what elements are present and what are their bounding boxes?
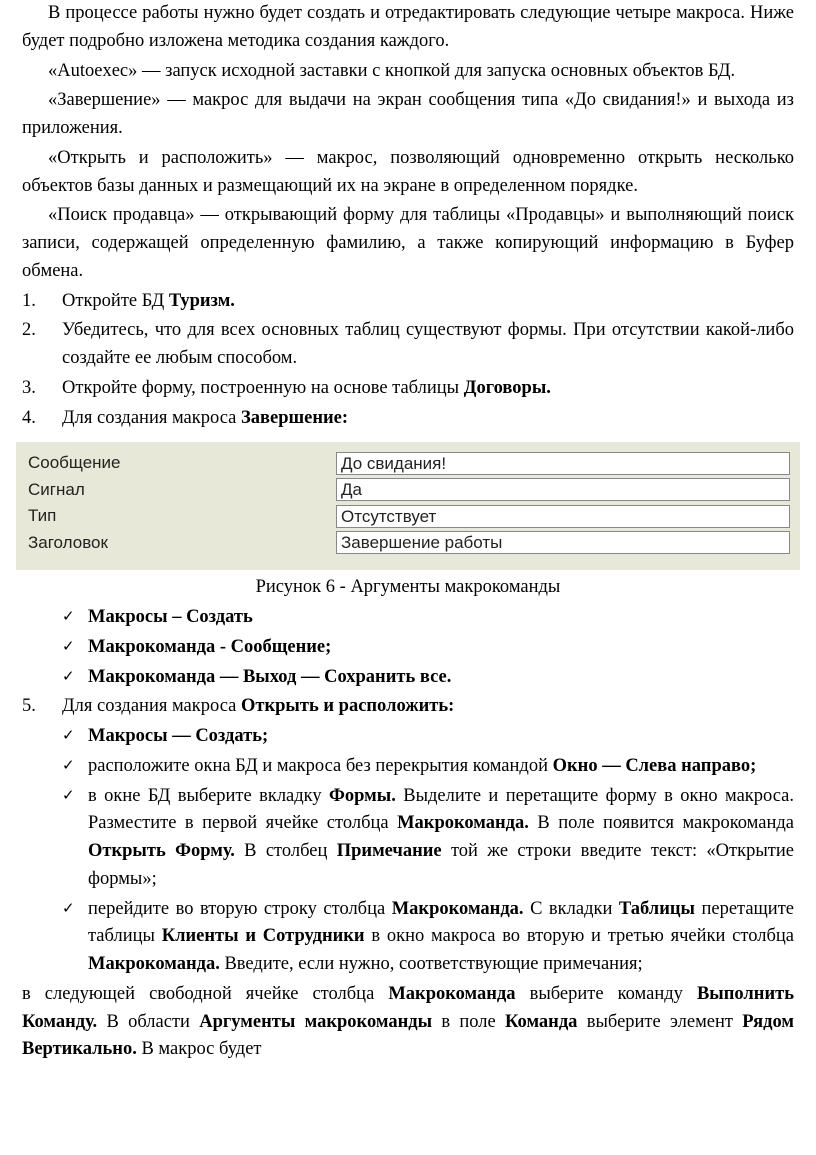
field-label: Сообщение (26, 450, 336, 476)
check-icon: ✓ (62, 604, 88, 632)
check-icon: ✓ (62, 753, 88, 781)
text: в окне БД выберите вкладку (88, 786, 329, 806)
text: Для создания макроса (62, 408, 241, 428)
numbered-list: 1. Откройте БД Туризм. 2. Убедитесь, что… (22, 288, 794, 433)
text: Для создания макроса (62, 696, 241, 716)
list-item: 1. Откройте БД Туризм. (22, 288, 794, 316)
bold-text: Договоры. (464, 378, 551, 398)
table-row: Сигнал Да (26, 477, 790, 503)
list-body: Откройте БД Туризм. (62, 288, 794, 316)
list-body: Макросы — Создать; (88, 723, 794, 751)
check-icon: ✓ (62, 783, 88, 894)
checklist-a: ✓ Макросы – Создать ✓ Макрокоманда - Соо… (22, 604, 794, 691)
text: перейдите во вторую строку столбца (88, 899, 392, 919)
bold-text: Завершение: (241, 408, 348, 428)
bold-text: Таблицы (619, 899, 695, 919)
bold-text: Макрокоманда. (88, 954, 220, 974)
list-number: 2. (22, 317, 62, 373)
bold-text: Примечание (337, 841, 442, 861)
text: Введите, если нужно, соответствующие при… (220, 954, 643, 974)
list-item: 5. Для создания макроса Открыть и распол… (22, 693, 794, 721)
text: Откройте форму, построенную на основе та… (62, 378, 464, 398)
bold-text: Макрокоманда - Сообщение; (88, 637, 331, 657)
list-item: ✓ Макрокоманда - Сообщение; (62, 634, 794, 662)
text: выберите элемент (577, 1012, 742, 1032)
list-body: Убедитесь, что для всех основных таблиц … (62, 317, 794, 373)
check-icon: ✓ (62, 723, 88, 751)
list-body: перейдите во вторую строку столбца Макро… (88, 896, 794, 979)
list-body: Макрокоманда - Сообщение; (88, 634, 794, 662)
paragraph-intro: В процессе работы нужно будет создать и … (22, 0, 794, 56)
list-item: 4. Для создания макроса Завершение: (22, 405, 794, 433)
bold-text: Команда (505, 1012, 577, 1032)
list-item: ✓ Макросы — Создать; (62, 723, 794, 751)
bold-text: Макрокоманда (388, 984, 515, 1004)
bold-text: Макрокоманда. (392, 899, 524, 919)
field-label: Заголовок (26, 530, 336, 556)
text: в следующей свободной ячейке столбца (22, 984, 388, 1004)
text: в поле (432, 1012, 505, 1032)
bold-text: Макросы — Создать; (88, 726, 268, 746)
bold-text: Макрокоманда. (397, 813, 529, 833)
bold-text: Клиенты и Сотрудники (162, 926, 365, 946)
list-body: Для создания макроса Открыть и расположи… (62, 693, 794, 721)
figure-caption: Рисунок 6 - Аргументы макрокоманды (22, 574, 794, 602)
paragraph-search-seller: «Поиск продавца» — открывающий форму для… (22, 202, 794, 285)
list-item: ✓ в окне БД выберите вкладку Формы. Выде… (62, 783, 794, 894)
list-number: 4. (22, 405, 62, 433)
field-value[interactable]: Завершение работы (336, 531, 790, 554)
bold-text: Формы. (329, 786, 396, 806)
field-value[interactable]: Отсутствует (336, 505, 790, 528)
bold-text: Аргументы макрокоманды (199, 1012, 432, 1032)
bold-text: Окно — Слева направо; (553, 756, 757, 776)
list-item: 2. Убедитесь, что для всех основных табл… (22, 317, 794, 373)
list-item: 3. Откройте форму, построенную на основе… (22, 375, 794, 403)
text: Откройте БД (62, 291, 169, 311)
checklist-b: ✓ Макросы — Создать; ✓ расположите окна … (22, 723, 794, 979)
list-number: 5. (22, 693, 62, 721)
table-row: Заголовок Завершение работы (26, 530, 790, 556)
list-item: ✓ расположите окна БД и макроса без пере… (62, 753, 794, 781)
paragraph-zavershenie: «Завершение» — макрос для выдачи на экра… (22, 87, 794, 143)
table-row: Тип Отсутствует (26, 503, 790, 529)
list-item: ✓ Макрокоманда — Выход — Сохранить все. (62, 664, 794, 692)
field-label: Сигнал (26, 477, 336, 503)
text: В поле появится макрокоманда (529, 813, 794, 833)
list-body: в окне БД выберите вкладку Формы. Выдели… (88, 783, 794, 894)
bold-text: Макросы – Создать (88, 607, 253, 627)
list-number: 3. (22, 375, 62, 403)
list-item: ✓ перейдите во вторую строку столбца Мак… (62, 896, 794, 979)
macro-arguments-panel: Сообщение До свидания! Сигнал Да Тип Отс… (16, 442, 800, 570)
list-number: 1. (22, 288, 62, 316)
table-row: Сообщение До свидания! (26, 450, 790, 476)
check-icon: ✓ (62, 664, 88, 692)
text: в окно макроса во вторую и третью ячейки… (365, 926, 794, 946)
text: С вкладки (524, 899, 619, 919)
bold-text: Макрокоманда — Выход — Сохранить все. (88, 667, 451, 687)
list-item: ✓ Макросы – Создать (62, 604, 794, 632)
text: выберите команду (516, 984, 697, 1004)
check-icon: ✓ (62, 896, 88, 979)
field-value[interactable]: До свидания! (336, 452, 790, 475)
list-body: Откройте форму, построенную на основе та… (62, 375, 794, 403)
final-paragraph: в следующей свободной ячейке столбца Мак… (22, 981, 794, 1064)
field-label: Тип (26, 503, 336, 529)
bold-text: Туризм. (169, 291, 235, 311)
list-body: Макрокоманда — Выход — Сохранить все. (88, 664, 794, 692)
bold-text: Открыть и расположить: (241, 696, 454, 716)
list-body: Для создания макроса Завершение: (62, 405, 794, 433)
text: расположите окна БД и макроса без перекр… (88, 756, 553, 776)
text: В макрос будет (137, 1039, 262, 1059)
paragraph-autoexec: «Autoexec» — запуск исходной заставки с … (22, 58, 794, 86)
list-body: Макросы – Создать (88, 604, 794, 632)
paragraph-open-arrange: «Открыть и расположить» — макрос, позвол… (22, 145, 794, 201)
numbered-list-cont: 5. Для создания макроса Открыть и распол… (22, 693, 794, 721)
list-body: расположите окна БД и макроса без перекр… (88, 753, 794, 781)
field-value[interactable]: Да (336, 478, 790, 501)
bold-text: Открыть Форму. (88, 841, 235, 861)
check-icon: ✓ (62, 634, 88, 662)
text: В столбец (235, 841, 337, 861)
text: В области (97, 1012, 199, 1032)
